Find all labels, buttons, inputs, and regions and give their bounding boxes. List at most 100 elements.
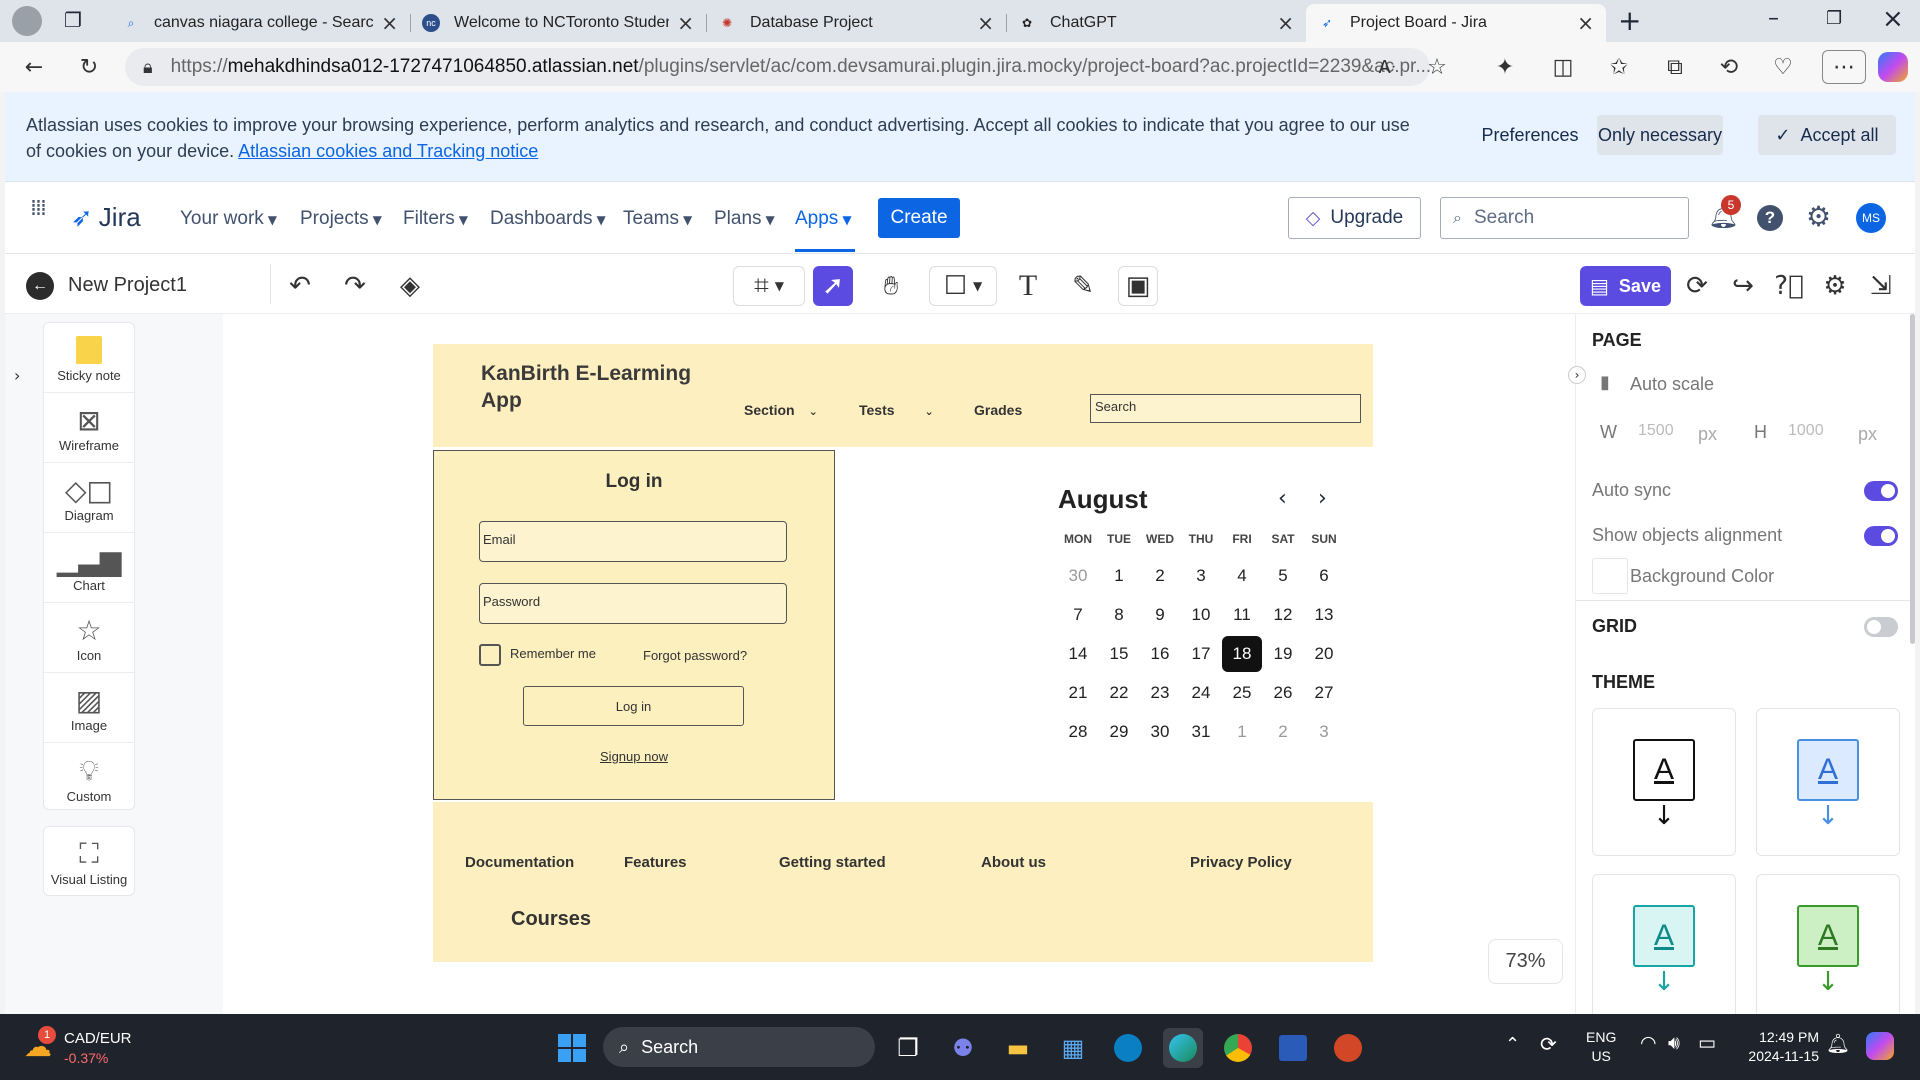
show-alignment-toggle[interactable] [1864,526,1898,546]
grid-toggle[interactable] [1864,617,1898,637]
close-tab-icon[interactable]: × [677,11,694,35]
store-icon[interactable]: ▦ [1053,1028,1093,1068]
calendar-day[interactable]: 26 [1263,675,1303,711]
wireframe-nav-grades[interactable]: Grades [974,402,1022,418]
history-icon[interactable]: ⟲ [1712,50,1746,84]
nav-teams[interactable]: Teams ▼ [623,208,692,230]
nav-your-work[interactable]: Your work ▼ [180,208,277,230]
cookie-notice-link[interactable]: Atlassian cookies and Tracking notice [238,141,538,161]
theme-option-green[interactable]: A ↓ [1756,874,1900,1014]
tray-overflow-icon[interactable]: ⌃ [1505,1034,1520,1055]
back-icon[interactable]: ← [17,50,51,84]
auto-sync-toggle[interactable] [1864,481,1898,501]
calendar-prev-icon[interactable]: ‹ [1278,486,1287,511]
nav-plans[interactable]: Plans ▼ [714,208,775,230]
browser-tab-active[interactable]: ➶ Project Board - Jira × [1306,4,1606,42]
task-view-icon[interactable]: ❐ [888,1028,928,1068]
calendar-day[interactable]: 27 [1304,675,1344,711]
rectangle-shape-icon[interactable]: ☐ ▼ [929,266,997,306]
footer-link-getting-started[interactable]: Getting started [779,854,886,871]
close-tab-icon[interactable]: × [977,11,994,35]
calendar-day[interactable]: 28 [1058,714,1098,750]
clock[interactable]: 12:49 PM 2024-11-15 [1735,1028,1819,1066]
address-bar[interactable]: 🔒︎ https://mehakdhindsa012-1727471064850… [125,48,1430,86]
forgot-password-link[interactable]: Forgot password? [643,648,747,663]
palette-icon[interactable]: ☆ Icon [44,603,134,673]
wireframe-email-field[interactable]: Email [479,521,787,562]
calendar-day[interactable]: 30 [1058,558,1098,594]
wireframe-nav-tests[interactable]: Tests ⌄ [859,402,934,418]
select-pointer-icon[interactable]: ➚ [813,266,853,306]
language-indicator[interactable]: ENG US [1586,1028,1616,1066]
favorite-star-icon[interactable]: ☆ [1420,50,1454,84]
collections-icon[interactable]: ⧉ [1658,50,1692,84]
auto-scale-label[interactable]: Auto scale [1630,374,1714,395]
height-value[interactable]: 1000 [1788,422,1824,440]
palette-visual-listing[interactable]: ⛶ Visual Listing [43,826,135,896]
redo-icon[interactable]: ↷ [335,266,375,306]
calendar-day[interactable]: 17 [1181,636,1221,672]
export-icon[interactable]: ⇲ [1861,266,1901,306]
calendar-next-icon[interactable]: › [1318,486,1327,511]
create-button[interactable]: Create [878,198,960,238]
expand-left-icon[interactable]: › [14,366,20,385]
calendar-day[interactable]: 10 [1181,597,1221,633]
calendar-day[interactable]: 11 [1222,597,1262,633]
palette-diagram[interactable]: ◇□ Diagram [44,463,134,533]
teams-icon[interactable]: ⚉ [943,1028,983,1068]
calendar-day[interactable]: 3 [1304,714,1344,750]
sync-tray-icon[interactable]: ⟳ [1540,1032,1557,1056]
close-tab-icon[interactable]: × [381,11,398,35]
image-insert-icon[interactable]: ▣ [1118,266,1158,306]
upgrade-button[interactable]: ◇ Upgrade [1288,197,1421,239]
calendar-day[interactable]: 8 [1099,597,1139,633]
split-screen-icon[interactable]: ◫ [1546,50,1580,84]
calendar-day[interactable]: 31 [1181,714,1221,750]
word-icon[interactable] [1273,1028,1313,1068]
read-aloud-icon[interactable]: Aᐧ [1370,50,1404,84]
footer-link-about-us[interactable]: About us [981,854,1046,871]
nav-projects[interactable]: Projects ▼ [300,208,382,230]
jira-logo[interactable]: ➶ Jira [71,202,141,233]
theme-option-teal[interactable]: A ↓ [1592,874,1736,1014]
battery-icon[interactable]: ▭ [1698,1032,1716,1054]
wireframe-search-field[interactable]: Search [1090,394,1361,423]
design-canvas[interactable]: KanBirth E-Learming App Section ⌄ Tests ⌄ … [223,314,1575,1014]
remember-checkbox[interactable] [479,644,501,666]
calendar-day[interactable]: 16 [1140,636,1180,672]
minimize-icon[interactable]: – [1768,6,1779,31]
wireframe-login-button[interactable]: Log in [523,686,744,726]
wireframe-login-card[interactable]: Log in Email Password Remember me Forgot… [433,450,835,800]
browser-tab[interactable]: ✺ Database Project × [706,4,1006,42]
calendar-day[interactable]: 2 [1263,714,1303,750]
chrome-icon[interactable] [1218,1028,1258,1068]
browser-tab[interactable]: ⌕ canvas niagara college - Search × [110,4,410,42]
app-switcher-icon[interactable]: ⁞⁞⁞ [30,198,54,220]
wireframe-nav-section[interactable]: Section ⌄ [744,402,818,418]
wireframe-footer[interactable]: Documentation Features Getting started A… [433,802,1373,962]
close-tab-icon[interactable]: × [1577,11,1594,35]
restore-icon[interactable]: ❐ [1826,8,1842,29]
calendar-day[interactable]: 9 [1140,597,1180,633]
taskbar-search[interactable]: ⌕ Search [603,1027,875,1067]
signup-link[interactable]: Signup now [434,749,834,764]
palette-wireframe[interactable]: ⊠ Wireframe [44,393,134,463]
dell-icon[interactable] [1108,1028,1148,1068]
save-button[interactable]: ▤ Save [1580,266,1671,306]
extensions-icon[interactable]: ✦ [1488,50,1522,84]
profile-avatar[interactable] [12,6,42,36]
calendar-day[interactable]: 7 [1058,597,1098,633]
tab-actions-icon[interactable]: ❐ [64,8,82,32]
pen-tool-icon[interactable]: ✎ [1063,266,1103,306]
copilot-taskbar-icon[interactable] [1866,1032,1894,1060]
calendar-day[interactable]: 18 [1222,636,1262,672]
calendar-day[interactable]: 23 [1140,675,1180,711]
avatar[interactable]: MS [1856,203,1886,233]
calendar-day[interactable]: 29 [1099,714,1139,750]
palette-custom[interactable]: 💡︎ Custom [44,743,134,813]
calendar-day[interactable]: 21 [1058,675,1098,711]
calendar-day[interactable]: 25 [1222,675,1262,711]
sync-icon[interactable]: ⟳ [1677,266,1717,306]
text-tool-icon[interactable]: T [1008,266,1048,306]
calendar-day[interactable]: 13 [1304,597,1344,633]
